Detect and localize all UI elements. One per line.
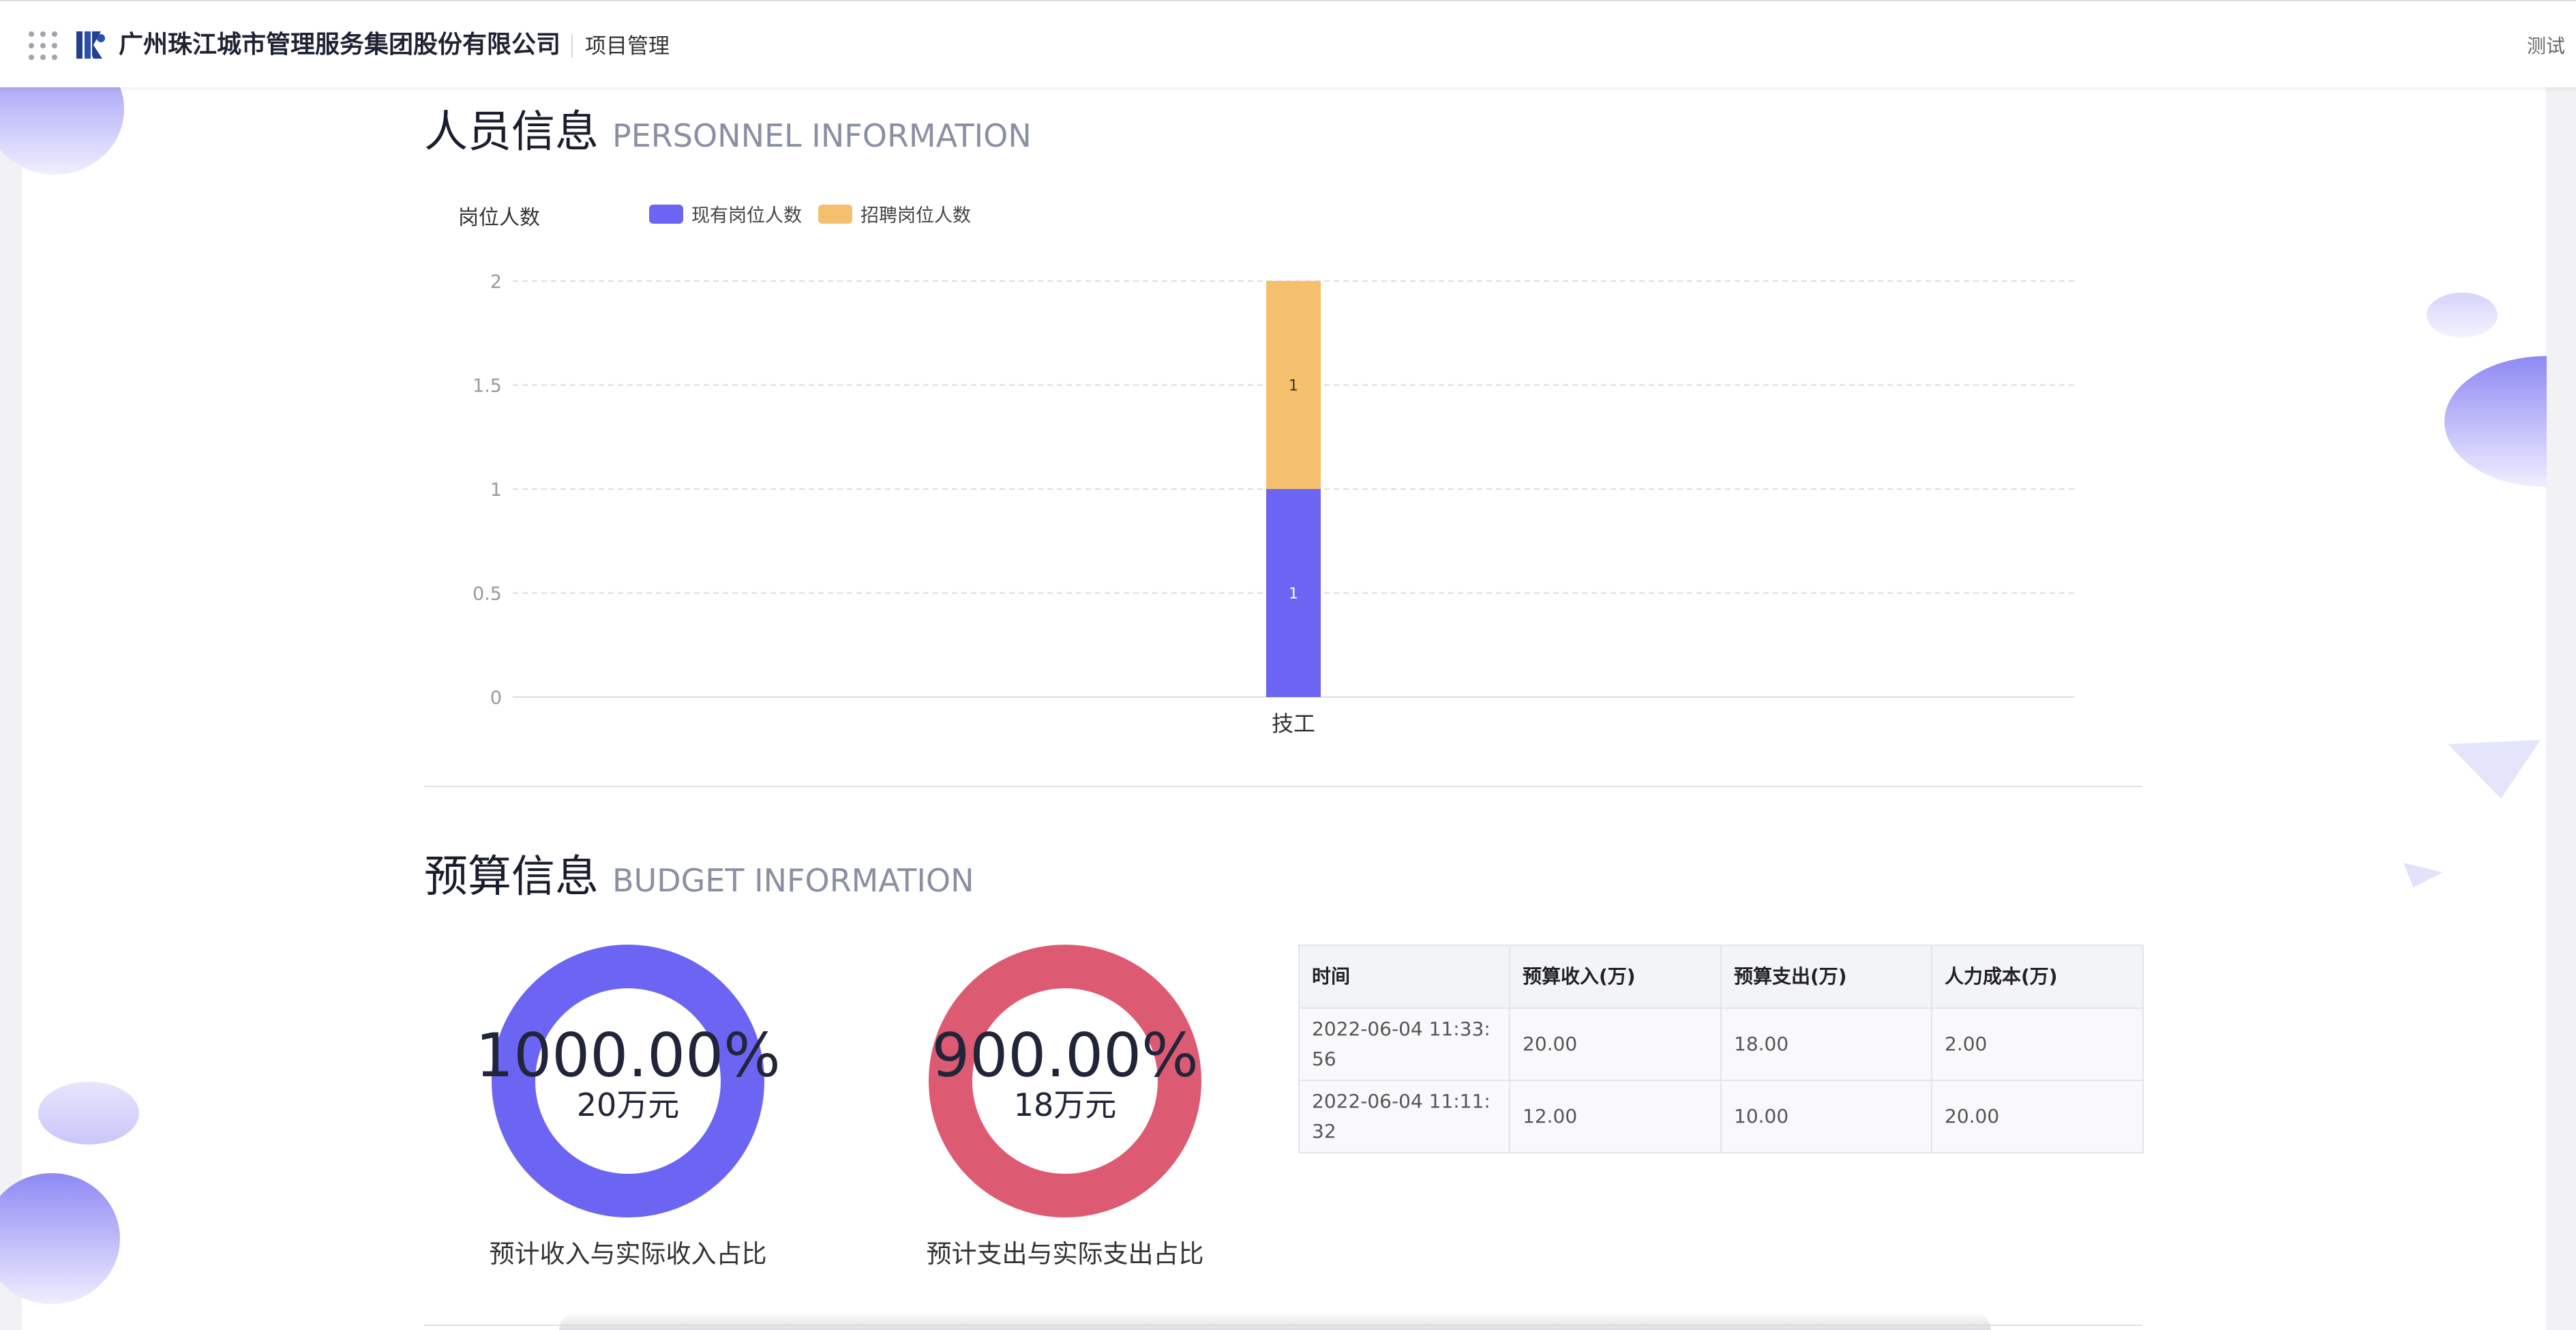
company-logo-icon [76, 31, 105, 59]
income-amount: 20万元 [576, 1087, 680, 1123]
cell-budget-income: 12.00 [1509, 1080, 1722, 1153]
y-tick-label: 1 [490, 479, 502, 501]
app-grid-icon[interactable] [29, 31, 57, 60]
decorative-blob [0, 82, 124, 175]
bottom-panel-shadow [559, 1312, 1991, 1330]
table-header-row: 时间 预算收入(万) 预算支出(万) 人力成本(万) [1298, 945, 2144, 1009]
table-row: 2022-06-04 11:33:56 20.00 18.00 2.00 [1298, 1007, 2144, 1081]
cell-budget-expense: 10.00 [1720, 1080, 1932, 1153]
decorative-triangle [2448, 740, 2541, 799]
section-title-zh: 人员信息 [424, 107, 599, 158]
header-divider [571, 34, 573, 57]
company-name[interactable]: 广州珠江城市管理服务集团股份有限公司 [119, 27, 560, 63]
user-name[interactable]: 测试 [2527, 31, 2565, 61]
y-tick-label: 0 [490, 688, 502, 709]
cell-time: 2022-06-04 11:11:32 [1298, 1080, 1510, 1153]
section-divider [424, 786, 2142, 787]
bar-data-label: 1 [1289, 586, 1298, 603]
y-tick-label: 1.5 [473, 376, 502, 397]
module-name[interactable]: 项目管理 [585, 30, 670, 63]
y-tick-label: 0.5 [473, 584, 502, 605]
expense-amount: 18万元 [1013, 1087, 1117, 1123]
cell-budget-income: 20.00 [1509, 1007, 1722, 1081]
decorative-triangle [2403, 863, 2443, 887]
top-navigation-bar: 广州珠江城市管理服务集团股份有限公司 项目管理 测试 [0, 0, 2576, 87]
cell-labor-cost: 2.00 [1931, 1007, 2144, 1081]
y-tick-label: 2 [490, 271, 502, 293]
income-donut-label: 预计收入与实际收入占比 [489, 1239, 767, 1269]
section-title-en: BUDGET INFORMATION [612, 862, 974, 899]
section-title-zh: 预算信息 [424, 852, 599, 902]
column-header-time: 时间 [1298, 945, 1510, 1009]
income-donut-chart: 1000.00% 20万元 [475, 941, 781, 1221]
budget-section-title: 预算信息 BUDGET INFORMATION [424, 842, 974, 904]
cell-budget-expense: 18.00 [1720, 1007, 1932, 1081]
left-gutter [0, 87, 22, 1330]
personnel-bar-chart: 0 0.5 1 1.5 2 1 1 技工 [473, 271, 2074, 737]
expense-donut-label: 预计支出与实际支出占比 [926, 1239, 1204, 1269]
column-header-labor-cost: 人力成本(万) [1931, 945, 2144, 1009]
decorative-blob [2444, 356, 2547, 487]
column-header-budget-expense: 预算支出(万) [1720, 945, 1932, 1009]
cell-time: 2022-06-04 11:33:56 [1298, 1007, 1510, 1081]
table-row: 2022-06-04 11:11:32 12.00 10.00 20.00 [1298, 1080, 2144, 1153]
right-gutter [2546, 87, 2576, 1330]
column-header-budget-income: 预算收入(万) [1509, 945, 1722, 1009]
expense-ratio-percent: 900.00% [931, 1020, 1199, 1091]
decorative-blob [38, 1082, 139, 1144]
personnel-section-title: 人员信息 PERSONNEL INFORMATION [424, 97, 1032, 160]
expense-donut-chart: 900.00% 18万元 [925, 941, 1205, 1221]
cell-labor-cost: 20.00 [1931, 1080, 2144, 1153]
bar-data-label: 1 [1289, 378, 1298, 395]
income-ratio-percent: 1000.00% [475, 1020, 781, 1091]
budget-table: 时间 预算收入(万) 预算支出(万) 人力成本(万) 2022-06-04 11… [1298, 945, 2144, 1153]
section-title-en: PERSONNEL INFORMATION [612, 117, 1032, 154]
decorative-blob [0, 1173, 120, 1304]
decorative-blob [2427, 293, 2498, 338]
x-tick-label: 技工 [1272, 711, 1315, 737]
